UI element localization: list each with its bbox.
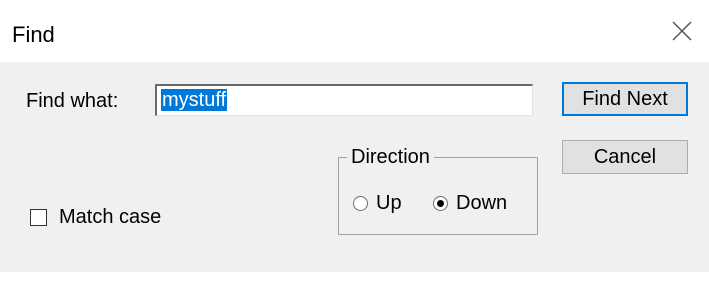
find-next-button[interactable]: Find Next bbox=[562, 82, 688, 116]
direction-down-radio[interactable]: Down bbox=[433, 192, 507, 215]
dialog-client-area: Find what: mystuff Find Next Cancel Dire… bbox=[0, 62, 709, 272]
match-case-checkbox[interactable]: Match case bbox=[30, 206, 161, 229]
direction-up-radio[interactable]: Up bbox=[353, 192, 402, 215]
find-what-label: Find what: bbox=[26, 90, 119, 112]
close-button[interactable] bbox=[655, 0, 709, 62]
direction-down-label: Down bbox=[456, 192, 508, 214]
title-bar: Find bbox=[0, 0, 709, 62]
direction-group-title: Direction bbox=[347, 146, 434, 169]
find-what-selected-text: mystuff bbox=[161, 89, 228, 111]
dialog-title: Find bbox=[12, 22, 55, 47]
match-case-label: Match case bbox=[59, 206, 162, 228]
close-icon bbox=[672, 21, 692, 41]
direction-groupbox: Direction Up Down bbox=[338, 146, 538, 235]
find-dialog: Find Find what: mystuff Find Next Cancel… bbox=[0, 0, 709, 295]
radio-unchecked-icon bbox=[353, 196, 368, 211]
direction-up-label: Up bbox=[376, 192, 402, 214]
bottom-strip bbox=[0, 272, 709, 295]
find-what-input[interactable]: mystuff bbox=[155, 84, 533, 116]
cancel-button[interactable]: Cancel bbox=[562, 140, 688, 174]
checkbox-unchecked-icon bbox=[30, 209, 47, 226]
radio-checked-icon bbox=[433, 196, 448, 211]
